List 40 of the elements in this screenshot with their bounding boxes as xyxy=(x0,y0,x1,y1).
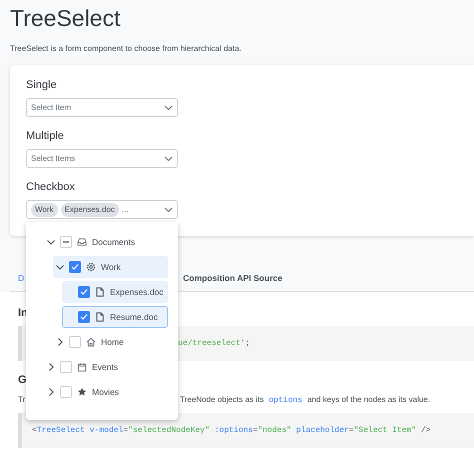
field-label: Single xyxy=(26,79,58,92)
calendar-icon xyxy=(77,362,87,372)
tree-checkbox[interactable] xyxy=(69,261,81,273)
field-label: Checkbox xyxy=(26,181,76,194)
caret-icon xyxy=(164,206,173,212)
file-icon xyxy=(95,312,105,322)
star-icon xyxy=(77,387,87,397)
section-heading: G xyxy=(18,372,27,388)
inbox-icon xyxy=(77,237,87,247)
tree-select-field[interactable]: Select Items xyxy=(26,149,178,168)
paragraph-text: TreeNode objects as its options and keys of the nodes as its value. xyxy=(180,394,430,406)
tree-checkbox[interactable] xyxy=(78,311,90,323)
selected-chip: Work xyxy=(31,202,58,216)
page-description: TreeSelect is a form component to choose from hierarchical data. xyxy=(10,43,242,55)
tree-node[interactable]: Movies xyxy=(44,381,168,403)
tree-node[interactable]: Events xyxy=(44,356,168,378)
checkmark-icon xyxy=(80,288,88,296)
code-line: <TreeSelect v-model="selectedNodeKey" :options="nodes" placeholder="Select Item" /> xyxy=(32,424,431,436)
checkmark-icon xyxy=(80,313,88,321)
caret-icon xyxy=(164,104,173,110)
home-icon xyxy=(86,337,96,347)
field-label: Multiple xyxy=(26,130,65,143)
file-icon xyxy=(95,287,105,297)
paragraph-text: Tr xyxy=(18,395,26,404)
checkmark-icon xyxy=(71,263,79,271)
page-title: TreeSelect xyxy=(10,4,122,32)
tree-select-field[interactable]: Work Expenses.doc ... xyxy=(26,200,178,219)
tree-checkbox[interactable] xyxy=(78,286,90,298)
tab[interactable]: Composition API Source xyxy=(175,271,288,286)
tree-node[interactable]: Work xyxy=(53,256,168,278)
caret-icon xyxy=(164,156,173,162)
tree-node[interactable]: Expenses.doc xyxy=(62,281,168,303)
tree-node[interactable]: Documents xyxy=(44,231,168,253)
tree-select-field[interactable]: Select Item xyxy=(26,98,178,117)
tree-node[interactable]: Home xyxy=(53,331,168,353)
overflow-ellipsis: ... xyxy=(122,204,130,216)
gear-icon xyxy=(86,262,96,272)
tree-node[interactable]: Resume.doc xyxy=(62,306,168,328)
selected-chip: Expenses.doc xyxy=(60,202,119,216)
code-line: ue/treeselect'; xyxy=(178,338,250,350)
